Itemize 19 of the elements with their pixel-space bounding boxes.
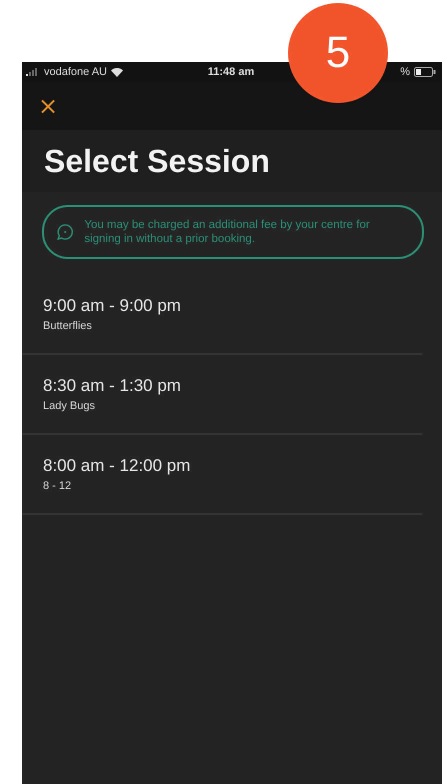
clock-time: 11:48 am	[208, 66, 254, 78]
session-row[interactable]: 9:00 am - 9:00 pm Butterflies	[22, 275, 422, 355]
carrier-name: vodafone AU	[44, 66, 107, 78]
step-badge: 5	[288, 3, 388, 103]
session-row[interactable]: 8:30 am - 1:30 pm Lady Bugs	[22, 355, 422, 435]
battery-icon	[414, 67, 436, 77]
wifi-icon	[111, 68, 123, 76]
notice-text: You may be charged an additional fee by your centre for signing in without a prior booking.	[84, 218, 371, 246]
room-name: Butterflies	[43, 320, 93, 332]
room-name: 8 - 12	[43, 480, 72, 492]
session-time: 9:00 am - 9:00 pm	[43, 296, 182, 316]
room-name: Lady Bugs	[43, 400, 96, 412]
session-row[interactable]: 8:00 am - 12:00 pm 8 - 12	[22, 435, 422, 515]
signal-icon	[26, 68, 40, 76]
page-title: Select Session	[44, 142, 270, 180]
close-button[interactable]: ×	[34, 94, 62, 118]
session-time: 8:00 am - 12:00 pm	[43, 456, 192, 476]
battery-percent: %	[400, 66, 410, 78]
session-time: 8:30 am - 1:30 pm	[43, 376, 182, 396]
